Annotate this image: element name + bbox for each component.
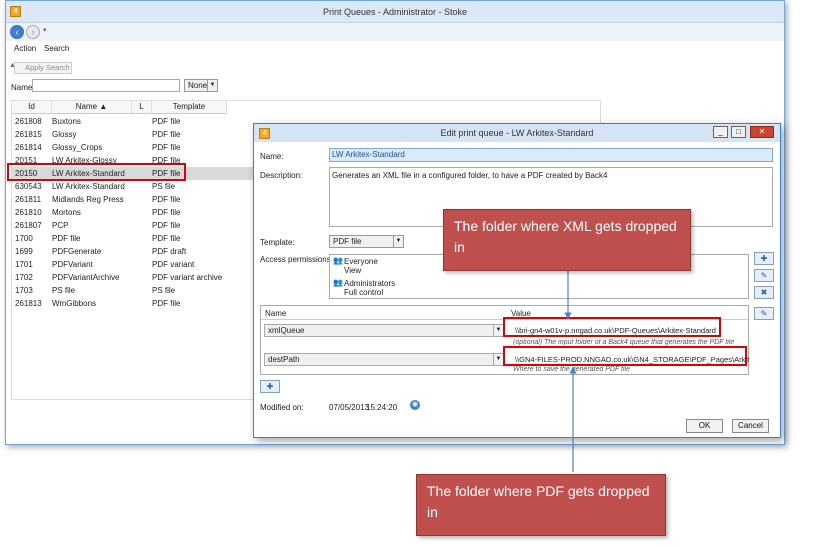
- screenshot: 4 Print Queues - Administrator - Stoke ‹…: [0, 0, 827, 547]
- annotation-arrows: [564, 271, 577, 472]
- xml-folder-callout: The folder where XML gets dropped in: [443, 209, 691, 271]
- pdf-folder-callout: The folder where PDF gets dropped in: [416, 474, 666, 536]
